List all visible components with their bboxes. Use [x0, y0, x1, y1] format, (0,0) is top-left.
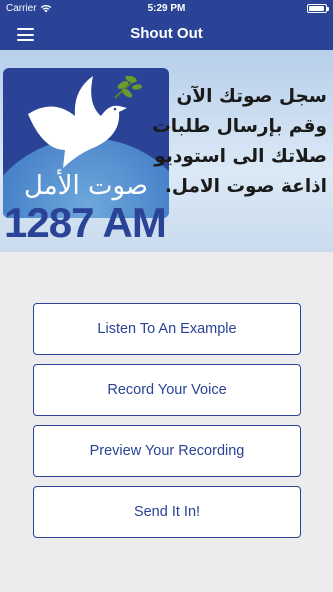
- station-logo: صوت الأمل: [3, 68, 169, 218]
- banner-message: سجل صوتك الآن وقم بإرسال طلبات صلاتك الى…: [152, 82, 327, 202]
- send-button[interactable]: Send It In!: [33, 486, 301, 538]
- record-voice-button[interactable]: Record Your Voice: [33, 364, 301, 416]
- listen-example-button[interactable]: Listen To An Example: [33, 303, 301, 355]
- banner-line: اذاعة صوت الامل.: [164, 176, 327, 197]
- banner-line: وقم بإرسال طلبات: [152, 116, 327, 137]
- status-bar: Carrier 5:29 PM: [0, 0, 333, 18]
- dove-icon: [28, 76, 142, 168]
- station-banner: صوت الأمل 1287 AM سجل صوتك الآن وقم بإرس…: [0, 50, 333, 252]
- preview-recording-button[interactable]: Preview Your Recording: [33, 425, 301, 477]
- status-time: 5:29 PM: [147, 3, 186, 14]
- logo-arabic-text: صوت الأمل: [24, 171, 148, 201]
- page-title: Shout Out: [130, 25, 203, 42]
- banner-line: سجل صوتك الآن: [176, 86, 327, 107]
- nav-bar: Shout Out: [0, 18, 333, 50]
- banner-line: صلاتك الى استوديو: [154, 146, 327, 167]
- station-frequency: 1287 AM: [4, 199, 167, 246]
- action-buttons: Listen To An Example Record Your Voice P…: [33, 303, 301, 547]
- battery-icon: [307, 4, 329, 13]
